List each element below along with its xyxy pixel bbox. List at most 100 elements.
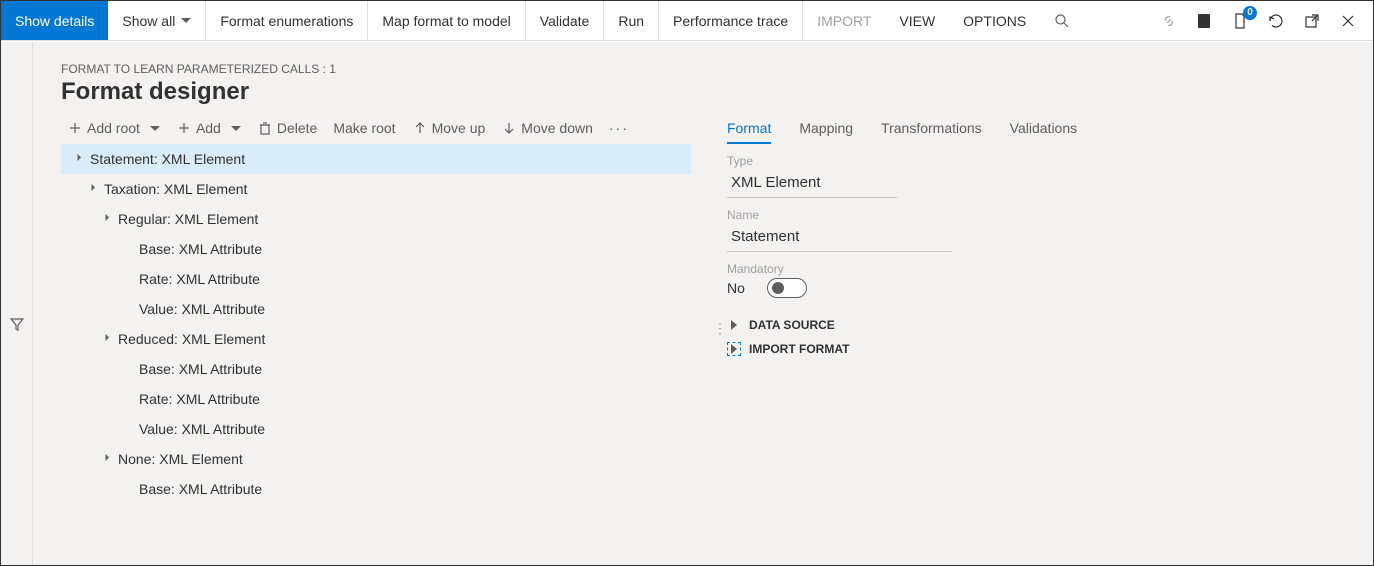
import-format-section[interactable]: IMPORT FORMAT: [727, 342, 1349, 356]
mandatory-toggle[interactable]: [767, 278, 807, 298]
link-icon[interactable]: [1161, 13, 1177, 29]
tree-row[interactable]: Regular: XML Element: [61, 204, 691, 234]
view-menu[interactable]: VIEW: [885, 1, 949, 40]
tree-row[interactable]: Base: XML Attribute: [61, 234, 691, 264]
arrow-up-icon: [412, 120, 428, 136]
move-down-button[interactable]: Move down: [501, 120, 593, 136]
filter-button[interactable]: [9, 82, 25, 565]
tree-panel: Add root Add Delete Make root Mov: [61, 120, 691, 504]
expand-icon: [727, 342, 741, 356]
tab-transformations[interactable]: Transformations: [881, 120, 982, 144]
label: DATA SOURCE: [749, 318, 835, 332]
tree-row[interactable]: Value: XML Attribute: [61, 294, 691, 324]
move-up-button[interactable]: Move up: [412, 120, 486, 136]
plus-icon: [67, 120, 83, 136]
spacer: [1084, 1, 1161, 40]
arrow-down-icon: [501, 120, 517, 136]
mandatory-value: No: [727, 280, 745, 296]
format-enumerations-button[interactable]: Format enumerations: [206, 1, 368, 40]
tree-row[interactable]: Base: XML Attribute: [61, 474, 691, 504]
tree-label: Statement: XML Element: [90, 151, 245, 167]
tree-row[interactable]: Base: XML Attribute: [61, 354, 691, 384]
label: Add root: [87, 120, 140, 136]
mandatory-label: Mandatory: [727, 262, 1349, 276]
tree-label: Rate: XML Attribute: [139, 271, 260, 287]
tree-row[interactable]: Value: XML Attribute: [61, 414, 691, 444]
label: IMPORT FORMAT: [749, 342, 849, 356]
make-root-button[interactable]: Make root: [333, 120, 395, 136]
map-format-button[interactable]: Map format to model: [368, 1, 525, 40]
filter-icon: [9, 316, 25, 332]
tree-label: Value: XML Attribute: [139, 421, 265, 437]
type-label: Type: [727, 154, 1349, 168]
tree-row[interactable]: Statement: XML Element: [61, 144, 691, 174]
caret-expanded-icon[interactable]: [102, 334, 109, 341]
label: Transformations: [881, 120, 982, 136]
delete-button[interactable]: Delete: [257, 120, 317, 136]
tree-row[interactable]: Taxation: XML Element: [61, 174, 691, 204]
caret-expanded-icon[interactable]: [102, 454, 109, 461]
caret-expanded-icon[interactable]: [74, 154, 81, 161]
chevron-down-icon: [150, 126, 160, 131]
drag-handle-icon[interactable]: ⋮: [713, 320, 727, 337]
caret-expanded-icon[interactable]: [102, 214, 109, 221]
notifications-button[interactable]: 0: [1231, 12, 1249, 30]
label: Validate: [540, 13, 590, 29]
link-icon-svg: [1161, 13, 1177, 29]
tab-format[interactable]: Format: [727, 120, 771, 144]
toggle-knob: [772, 282, 784, 294]
options-menu[interactable]: OPTIONS: [949, 1, 1040, 40]
tree-label: Base: XML Attribute: [139, 481, 262, 497]
caret-spacer: [117, 363, 129, 375]
performance-trace-button[interactable]: Performance trace: [659, 1, 803, 40]
validate-button[interactable]: Validate: [526, 1, 605, 40]
plus-icon: [176, 120, 192, 136]
refresh-button[interactable]: [1267, 12, 1285, 30]
close-icon: [1339, 12, 1357, 30]
name-field[interactable]: Statement: [727, 224, 952, 252]
run-button[interactable]: Run: [604, 1, 659, 40]
format-tree: Statement: XML Element Taxation: XML Elem…: [61, 144, 691, 504]
caret-expanded-icon[interactable]: [88, 184, 95, 191]
label: Show all: [122, 13, 175, 29]
tree-label: Reduced: XML Element: [118, 331, 265, 347]
label: Move up: [432, 120, 486, 136]
label: Make root: [333, 120, 395, 136]
tree-label: Base: XML Attribute: [139, 241, 262, 257]
close-button[interactable]: [1339, 12, 1357, 30]
search-button[interactable]: [1040, 1, 1084, 40]
tab-validations[interactable]: Validations: [1010, 120, 1077, 144]
label: Show details: [15, 13, 94, 29]
tree-label: Base: XML Attribute: [139, 361, 262, 377]
tree-label: None: XML Element: [118, 451, 243, 467]
more-button[interactable]: ···: [609, 120, 629, 136]
label: Map format to model: [382, 13, 510, 29]
tree-row[interactable]: None: XML Element: [61, 444, 691, 474]
tree-row[interactable]: Rate: XML Attribute: [61, 384, 691, 414]
add-root-button[interactable]: Add root: [67, 120, 160, 136]
refresh-icon: [1267, 12, 1285, 30]
popout-button[interactable]: [1303, 12, 1321, 30]
label: Run: [618, 13, 644, 29]
data-source-section[interactable]: DATA SOURCE: [727, 318, 1349, 332]
label: Delete: [277, 120, 317, 136]
menubar: Show details Show all Format enumeration…: [1, 1, 1373, 41]
import-menu[interactable]: IMPORT: [803, 1, 885, 40]
tree-label: Regular: XML Element: [118, 211, 258, 227]
tab-mapping[interactable]: Mapping: [799, 120, 853, 144]
tree-row[interactable]: Rate: XML Attribute: [61, 264, 691, 294]
name-label: Name: [727, 208, 1349, 222]
office-icon[interactable]: [1195, 12, 1213, 30]
label: Format: [727, 120, 771, 136]
details-panel: Format Mapping Transformations Validatio…: [727, 120, 1349, 504]
add-button[interactable]: Add: [176, 120, 241, 136]
office-icon-svg: [1195, 12, 1213, 30]
show-all-button[interactable]: Show all: [108, 1, 206, 40]
tree-row[interactable]: Reduced: XML Element: [61, 324, 691, 354]
type-value[interactable]: XML Element: [727, 170, 897, 198]
show-details-button[interactable]: Show details: [1, 1, 108, 40]
breadcrumb: FORMAT TO LEARN PARAMETERIZED CALLS : 1: [61, 62, 1349, 76]
label: Mapping: [799, 120, 853, 136]
left-rail: [1, 42, 33, 565]
search-icon: [1054, 13, 1070, 29]
